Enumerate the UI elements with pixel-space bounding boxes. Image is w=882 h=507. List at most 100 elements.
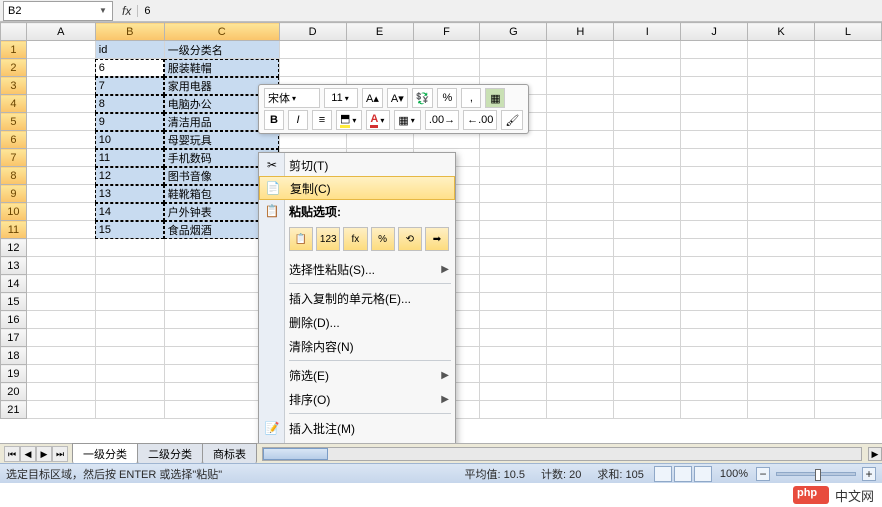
cell-L1[interactable]: [814, 41, 881, 59]
cell-B19[interactable]: [95, 365, 164, 383]
tab-nav-next[interactable]: ▶: [36, 446, 52, 462]
font-size-select[interactable]: 11▾: [324, 88, 358, 108]
cell-G7[interactable]: [480, 149, 547, 167]
view-layout-button[interactable]: [674, 466, 692, 482]
cell-A11[interactable]: [26, 221, 95, 239]
align-center-button[interactable]: ≡: [312, 110, 332, 130]
zoom-in-button[interactable]: +: [862, 467, 876, 481]
cell-B6[interactable]: 10: [95, 131, 164, 149]
menu-copy[interactable]: 📄 复制(C): [259, 176, 455, 200]
cell-K12[interactable]: [748, 239, 815, 257]
cell-H3[interactable]: [547, 77, 614, 95]
cell-G14[interactable]: [480, 275, 547, 293]
cell-B5[interactable]: 9: [95, 113, 164, 131]
cell-L12[interactable]: [814, 239, 881, 257]
cell-D1[interactable]: [279, 41, 346, 59]
cell-J13[interactable]: [681, 257, 748, 275]
cell-I4[interactable]: [614, 95, 681, 113]
cell-H16[interactable]: [547, 311, 614, 329]
menu-clear[interactable]: 清除内容(N): [259, 334, 455, 358]
cell-J21[interactable]: [681, 401, 748, 419]
cell-I18[interactable]: [614, 347, 681, 365]
cell-B15[interactable]: [95, 293, 164, 311]
cell-J12[interactable]: [681, 239, 748, 257]
cell-G10[interactable]: [480, 203, 547, 221]
cell-H10[interactable]: [547, 203, 614, 221]
cell-K8[interactable]: [748, 167, 815, 185]
cell-H13[interactable]: [547, 257, 614, 275]
paste-option-2[interactable]: fx: [343, 227, 367, 251]
cell-I8[interactable]: [614, 167, 681, 185]
cell-H15[interactable]: [547, 293, 614, 311]
column-header-A[interactable]: A: [26, 23, 95, 41]
cell-J16[interactable]: [681, 311, 748, 329]
cell-J3[interactable]: [681, 77, 748, 95]
cell-K19[interactable]: [748, 365, 815, 383]
cell-I11[interactable]: [614, 221, 681, 239]
cell-A6[interactable]: [26, 131, 95, 149]
cell-J10[interactable]: [681, 203, 748, 221]
cell-H1[interactable]: [547, 41, 614, 59]
view-normal-button[interactable]: [654, 466, 672, 482]
cell-E1[interactable]: [346, 41, 413, 59]
sheet-tab-1[interactable]: 二级分类: [137, 443, 203, 464]
column-header-H[interactable]: H: [547, 23, 614, 41]
menu-sort[interactable]: 排序(O) ▶: [259, 387, 455, 411]
cell-I20[interactable]: [614, 383, 681, 401]
cell-L17[interactable]: [814, 329, 881, 347]
cell-H11[interactable]: [547, 221, 614, 239]
cell-I21[interactable]: [614, 401, 681, 419]
cell-G16[interactable]: [480, 311, 547, 329]
borders-button[interactable]: ▦▾: [394, 110, 420, 130]
cell-L13[interactable]: [814, 257, 881, 275]
menu-insert-comment[interactable]: 📝 插入批注(M): [259, 416, 455, 440]
cell-J8[interactable]: [681, 167, 748, 185]
increase-decimal-button[interactable]: .00→: [425, 110, 459, 130]
cell-F2[interactable]: [413, 59, 480, 77]
cell-K5[interactable]: [748, 113, 815, 131]
fill-color-button[interactable]: ⬒▾: [336, 110, 362, 130]
cell-L21[interactable]: [814, 401, 881, 419]
menu-cut[interactable]: ✂ 剪切(T): [259, 153, 455, 177]
italic-button[interactable]: I: [288, 110, 308, 130]
cell-A10[interactable]: [26, 203, 95, 221]
cell-K4[interactable]: [748, 95, 815, 113]
cell-J2[interactable]: [681, 59, 748, 77]
menu-delete[interactable]: 删除(D)...: [259, 310, 455, 334]
format-painter-button[interactable]: 🖌: [501, 110, 523, 130]
row-header-15[interactable]: 15: [1, 293, 27, 311]
menu-filter[interactable]: 筛选(E) ▶: [259, 363, 455, 387]
cell-B10[interactable]: 14: [95, 203, 164, 221]
menu-insert-copied[interactable]: 插入复制的单元格(E)...: [259, 286, 455, 310]
cell-B21[interactable]: [95, 401, 164, 419]
row-header-11[interactable]: 11: [1, 221, 27, 239]
cell-B17[interactable]: [95, 329, 164, 347]
cell-K7[interactable]: [748, 149, 815, 167]
cell-A14[interactable]: [26, 275, 95, 293]
cell-K13[interactable]: [748, 257, 815, 275]
row-header-20[interactable]: 20: [1, 383, 27, 401]
cell-G11[interactable]: [480, 221, 547, 239]
sheet-tab-2[interactable]: 商标表: [202, 443, 257, 464]
font-name-select[interactable]: 宋体▾: [264, 88, 320, 108]
cell-K1[interactable]: [748, 41, 815, 59]
cell-B7[interactable]: 11: [95, 149, 164, 167]
bold-button[interactable]: B: [264, 110, 284, 130]
comma-button[interactable]: ,: [461, 88, 481, 108]
cell-J9[interactable]: [681, 185, 748, 203]
decrease-font-button[interactable]: A▾: [387, 88, 408, 108]
view-pagebreak-button[interactable]: [694, 466, 712, 482]
paste-option-1[interactable]: 123: [316, 227, 340, 251]
cell-A19[interactable]: [26, 365, 95, 383]
cell-F1[interactable]: [413, 41, 480, 59]
row-header-9[interactable]: 9: [1, 185, 27, 203]
cell-K20[interactable]: [748, 383, 815, 401]
fx-icon[interactable]: fx: [122, 4, 131, 18]
menu-paste-special[interactable]: 选择性粘贴(S)... ▶: [259, 257, 455, 281]
formula-input[interactable]: 6: [137, 5, 177, 17]
cell-B8[interactable]: 12: [95, 167, 164, 185]
cell-J7[interactable]: [681, 149, 748, 167]
cell-B11[interactable]: 15: [95, 221, 164, 239]
cell-J6[interactable]: [681, 131, 748, 149]
cell-H20[interactable]: [547, 383, 614, 401]
